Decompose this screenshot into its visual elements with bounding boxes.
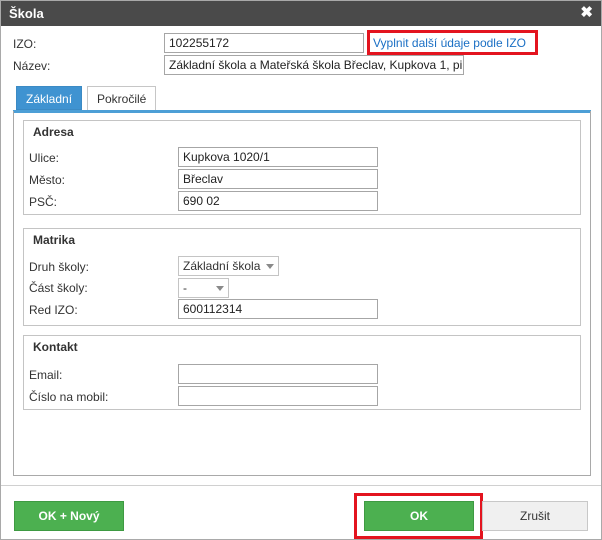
tab-zakladni[interactable]: Základní — [16, 86, 83, 110]
cast-skoly-value: - — [183, 281, 187, 295]
name-label: Název: — [13, 59, 51, 73]
fill-by-izo-link[interactable]: Vyplnit další údaje podle IZO — [367, 30, 538, 55]
mobil-label: Číslo na mobil: — [29, 390, 109, 404]
chevron-down-icon — [266, 264, 274, 269]
footer-divider — [1, 485, 601, 486]
druh-skoly-value: Základní škola — [183, 259, 261, 273]
ok-button[interactable]: OK — [364, 501, 474, 531]
dialog-titlebar: Škola ✖ — [1, 1, 601, 26]
dialog-title: Škola — [9, 6, 44, 21]
druh-skoly-label: Druh školy: — [29, 260, 90, 274]
izo-input[interactable]: 102255172 — [164, 33, 364, 53]
dialog-window: Škola ✖ IZO: 102255172 Vyplnit další úda… — [0, 0, 602, 540]
fieldset-adresa: Adresa Ulice: Kupkova 1020/1 Město: Břec… — [23, 120, 581, 215]
legend-kontakt: Kontakt — [33, 340, 78, 354]
email-label: Email: — [29, 368, 63, 382]
chevron-down-icon — [216, 286, 224, 291]
cast-skoly-label: Část školy: — [29, 281, 88, 295]
psc-input[interactable]: 690 02 — [178, 191, 378, 211]
red-izo-label: Red IZO: — [29, 303, 78, 317]
ulice-label: Ulice: — [29, 151, 60, 165]
close-icon[interactable]: ✖ — [580, 4, 593, 22]
cast-skoly-select[interactable]: - — [178, 278, 229, 298]
tab-pokrocile[interactable]: Pokročilé — [87, 86, 157, 110]
red-izo-input[interactable]: 600112314 — [178, 299, 378, 319]
izo-label: IZO: — [13, 37, 37, 51]
email-input[interactable] — [178, 364, 378, 384]
psc-label: PSČ: — [29, 195, 58, 209]
tab-bar: Základní Pokročilé — [13, 86, 591, 113]
name-input[interactable]: Základní škola a Mateřská škola Břeclav,… — [164, 55, 464, 75]
mobil-input[interactable] — [178, 386, 378, 406]
legend-matrika: Matrika — [33, 233, 76, 247]
cancel-button[interactable]: Zrušit — [482, 501, 588, 531]
legend-adresa: Adresa — [33, 125, 74, 139]
druh-skoly-select[interactable]: Základní škola — [178, 256, 279, 276]
mesto-label: Město: — [29, 173, 66, 187]
fieldset-matrika: Matrika Druh školy: Základní škola Část … — [23, 228, 581, 326]
mesto-input[interactable]: Břeclav — [178, 169, 378, 189]
ulice-input[interactable]: Kupkova 1020/1 — [178, 147, 378, 167]
tab-panel-zakladni: Adresa Ulice: Kupkova 1020/1 Město: Břec… — [13, 111, 591, 476]
fieldset-kontakt: Kontakt Email: Číslo na mobil: — [23, 335, 581, 410]
ok-new-button[interactable]: OK + Nový — [14, 501, 124, 531]
